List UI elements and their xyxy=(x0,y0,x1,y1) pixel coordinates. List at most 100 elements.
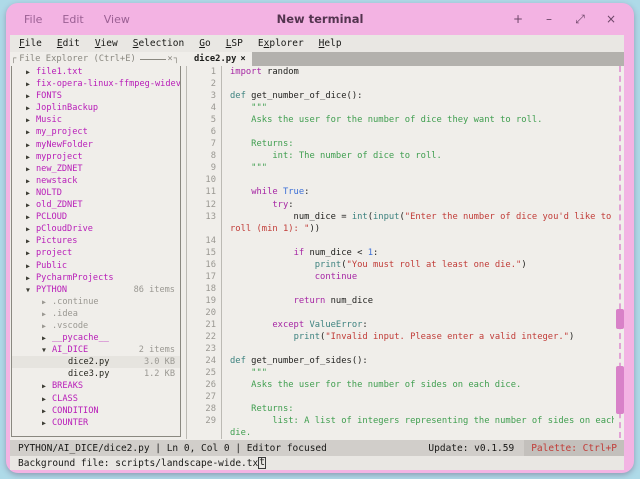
minimize-button[interactable]: – xyxy=(542,12,556,27)
code-line[interactable]: 5 Asks the user for the number of dice t… xyxy=(186,114,614,126)
chevron-right-icon[interactable]: ▶ xyxy=(26,66,36,78)
menu-lsp[interactable]: LSP xyxy=(226,38,243,49)
code-line[interactable]: 21 except ValueError: xyxy=(186,319,614,331)
chevron-down-icon[interactable]: ▼ xyxy=(26,284,36,296)
scrollbar-notch[interactable] xyxy=(616,309,624,329)
explorer-item-pclouddrive[interactable]: ▶pCloudDrive xyxy=(12,223,180,235)
chevron-right-icon[interactable]: ▶ xyxy=(26,199,36,211)
explorer-item-pcloud[interactable]: ▶PCLOUD xyxy=(12,211,180,223)
code-line[interactable]: 16 print("You must roll at least one die… xyxy=(186,259,614,271)
code-line[interactable]: 27 xyxy=(186,391,614,403)
code-line[interactable]: 29 list: A list of integers representing… xyxy=(186,415,614,427)
chevron-right-icon[interactable]: ▶ xyxy=(26,272,36,284)
explorer-item-fix-opera-linux-ffmpeg-widevi[interactable]: ▶fix-opera-linux-ffmpeg-widevi xyxy=(12,78,180,90)
explorer-item-class[interactable]: ▶CLASS xyxy=(12,393,180,405)
code-line[interactable]: 4 """ xyxy=(186,102,614,114)
explorer-item-project[interactable]: ▶project xyxy=(12,247,180,259)
chevron-right-icon[interactable]: ▶ xyxy=(42,320,52,332)
explorer-item-file1-txt[interactable]: ▶file1.txt xyxy=(12,66,180,78)
explorer-item-old-zdnet[interactable]: ▶old_ZDNET xyxy=(12,199,180,211)
explorer-item-counter[interactable]: ▶COUNTER xyxy=(12,417,180,429)
code-line[interactable]: 7 Returns: xyxy=(186,138,614,150)
explorer-item-my-project[interactable]: ▶my_project xyxy=(12,126,180,138)
code-line[interactable]: 10 xyxy=(186,174,614,186)
code-line[interactable]: 26 Asks the user for the number of sides… xyxy=(186,379,614,391)
chevron-right-icon[interactable]: ▶ xyxy=(42,296,52,308)
chevron-right-icon[interactable]: ▶ xyxy=(26,223,36,235)
explorer-item-pycache[interactable]: ▶__pycache__ xyxy=(12,332,180,344)
chevron-right-icon[interactable]: ▶ xyxy=(26,139,36,151)
titlebar-menu-file[interactable]: File xyxy=(24,13,42,26)
code-line[interactable]: 9 """ xyxy=(186,162,614,174)
chevron-right-icon[interactable]: ▶ xyxy=(26,211,36,223)
explorer-item-public[interactable]: ▶Public xyxy=(12,260,180,272)
chevron-right-icon[interactable]: ▶ xyxy=(42,417,52,429)
chevron-right-icon[interactable]: ▶ xyxy=(26,90,36,102)
code-line[interactable]: 1import random xyxy=(186,66,614,78)
file-explorer-panel[interactable]: ▶file1.txt▶fix-opera-linux-ffmpeg-widevi… xyxy=(11,66,181,437)
explorer-item-pictures[interactable]: ▶Pictures xyxy=(12,235,180,247)
menu-file[interactable]: File xyxy=(19,38,42,49)
code-line[interactable]: 18 xyxy=(186,283,614,295)
explorer-item-fonts[interactable]: ▶FONTS xyxy=(12,90,180,102)
menu-selection[interactable]: Selection xyxy=(133,38,185,49)
explorer-item-condition[interactable]: ▶CONDITION xyxy=(12,405,180,417)
chevron-right-icon[interactable]: ▶ xyxy=(26,102,36,114)
chevron-right-icon[interactable]: ▶ xyxy=(26,247,36,259)
code-line[interactable]: roll (min 1): ")) xyxy=(186,223,614,235)
chevron-right-icon[interactable]: ▶ xyxy=(26,151,36,163)
explorer-item-python[interactable]: ▼PYTHON86 items xyxy=(12,284,180,296)
chevron-right-icon[interactable]: ▶ xyxy=(26,175,36,187)
explorer-item-dice2-py[interactable]: dice2.py3.0 KB xyxy=(12,356,180,368)
code-line[interactable]: 19 return num_dice xyxy=(186,295,614,307)
explorer-item-continue[interactable]: ▶.continue xyxy=(12,296,180,308)
code-line[interactable]: 11 while True: xyxy=(186,186,614,198)
menu-go[interactable]: Go xyxy=(199,38,210,49)
explorer-item-myproject[interactable]: ▶myproject xyxy=(12,151,180,163)
explorer-item-new-zdnet[interactable]: ▶new_ZDNET xyxy=(12,163,180,175)
explorer-item-pycharmprojects[interactable]: ▶PycharmProjects xyxy=(12,272,180,284)
titlebar-menu-view[interactable]: View xyxy=(104,13,130,26)
maximize-button[interactable]: ⤢ xyxy=(573,12,587,27)
chevron-right-icon[interactable]: ▶ xyxy=(42,332,52,344)
code-line[interactable]: 12 try: xyxy=(186,199,614,211)
explorer-close-icon[interactable]: × xyxy=(166,54,173,64)
code-line[interactable]: 24def get_number_of_sides(): xyxy=(186,355,614,367)
code-line[interactable]: 17 continue xyxy=(186,271,614,283)
code-editor[interactable]: 1import random23def get_number_of_dice()… xyxy=(186,66,614,440)
command-line[interactable]: Background file: scripts/landscape-wide.… xyxy=(10,456,624,470)
tab-close-icon[interactable]: × xyxy=(240,54,245,64)
chevron-right-icon[interactable]: ▶ xyxy=(26,163,36,175)
explorer-item-noltd[interactable]: ▶NOLTD xyxy=(12,187,180,199)
explorer-item-vscode[interactable]: ▶.vscode xyxy=(12,320,180,332)
code-line[interactable]: die. xyxy=(186,427,614,439)
chevron-right-icon[interactable]: ▶ xyxy=(42,380,52,392)
code-line[interactable]: 22 print("Invalid input. Please enter a … xyxy=(186,331,614,343)
menu-edit[interactable]: Edit xyxy=(57,38,80,49)
menu-view[interactable]: View xyxy=(95,38,118,49)
code-line[interactable]: 2 xyxy=(186,78,614,90)
chevron-down-icon[interactable]: ▼ xyxy=(42,344,52,356)
chevron-right-icon[interactable]: ▶ xyxy=(42,405,52,417)
chevron-right-icon[interactable]: ▶ xyxy=(26,126,36,138)
chevron-right-icon[interactable]: ▶ xyxy=(26,260,36,272)
close-button[interactable]: × xyxy=(604,12,618,27)
explorer-item-mynewfolder[interactable]: ▶myNewFolder xyxy=(12,139,180,151)
new-tab-button[interactable]: + xyxy=(511,12,525,27)
code-line[interactable]: 25 """ xyxy=(186,367,614,379)
code-line[interactable]: 28 Returns: xyxy=(186,403,614,415)
code-line[interactable]: 20 xyxy=(186,307,614,319)
scrollbar-thumb[interactable] xyxy=(616,366,624,414)
explorer-item-music[interactable]: ▶Music xyxy=(12,114,180,126)
explorer-item-ai-dice[interactable]: ▼AI_DICE2 items xyxy=(12,344,180,356)
chevron-right-icon[interactable]: ▶ xyxy=(26,187,36,199)
menu-help[interactable]: Help xyxy=(319,38,342,49)
titlebar-menu-edit[interactable]: Edit xyxy=(62,13,83,26)
code-line[interactable]: 14 xyxy=(186,235,614,247)
code-line[interactable]: 6 xyxy=(186,126,614,138)
tab-dice2-py[interactable]: dice2.py × xyxy=(188,52,252,66)
code-line[interactable]: 23 xyxy=(186,343,614,355)
chevron-right-icon[interactable]: ▶ xyxy=(26,235,36,247)
code-line[interactable]: 13 num_dice = int(input("Enter the numbe… xyxy=(186,211,614,223)
explorer-item-dice3-py[interactable]: dice3.py1.2 KB xyxy=(12,368,180,380)
